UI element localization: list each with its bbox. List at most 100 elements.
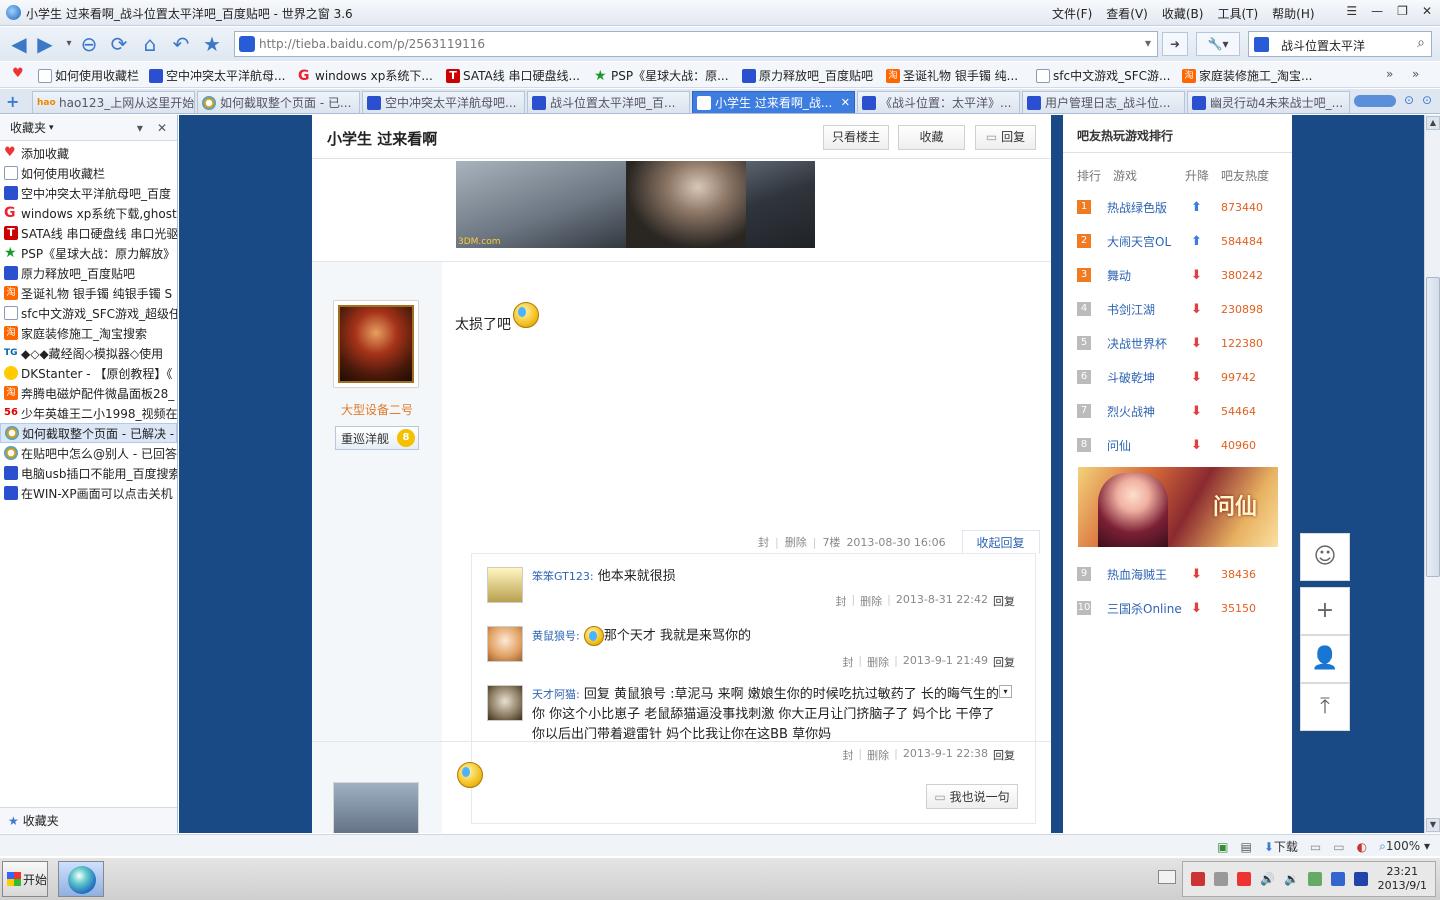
sidebar-item[interactable]: T SATA线 串口硬盘线 串口光驱	[0, 223, 177, 243]
menu-view[interactable]: 查看(V)	[1106, 5, 1148, 22]
sidebar-item[interactable]: 如何使用收藏栏	[0, 163, 177, 183]
tab-battlestations-game[interactable]: 《战斗位置：太平洋》...	[857, 91, 1020, 113]
ranking-row[interactable]: 7 烈火战神 ⬇ 54464	[1077, 400, 1287, 422]
tab-user-log[interactable]: 用户管理日志_战斗位...	[1022, 91, 1185, 113]
bookmark-item[interactable]: T SATA线 串口硬盘线...	[446, 67, 580, 84]
stop-icon[interactable]: ⊖	[78, 33, 100, 55]
menu-tools[interactable]: 工具(T)	[1217, 5, 1258, 22]
favorite-star-icon[interactable]: ★	[201, 33, 223, 55]
tab-ghost-recon[interactable]: 幽灵行动4未来战士吧_...	[1187, 91, 1350, 113]
author-name[interactable]: 大型设备二号	[312, 401, 442, 418]
avatar[interactable]	[333, 782, 419, 833]
reply-user[interactable]: 黄鼠狼号:	[532, 630, 580, 643]
ban-link[interactable]: 封	[842, 654, 853, 670]
close-tab-icon[interactable]: ✕	[841, 96, 850, 109]
game-link[interactable]: 大闹天宫OL	[1107, 233, 1191, 250]
sound-icon[interactable]: 🔉	[1284, 872, 1299, 886]
system-clock[interactable]: 23:21 2013/9/1	[1378, 865, 1427, 893]
network-icon[interactable]: ▣	[1217, 840, 1228, 854]
tab-air-conflict[interactable]: 空中冲突太平洋航母吧...	[362, 91, 525, 113]
go-button[interactable]: ➜	[1162, 32, 1188, 56]
taskbar-browser-button[interactable]	[58, 861, 104, 897]
ranking-row[interactable]: 10 三国杀Online ⬇ 35150	[1077, 597, 1287, 619]
start-button[interactable]: 开始	[2, 861, 48, 897]
maximize-icon[interactable]: ❐	[1397, 4, 1408, 18]
reply-button[interactable]: ▭ 回复	[975, 125, 1036, 150]
game-link[interactable]: 烈火战神	[1107, 403, 1191, 420]
tools-button[interactable]: 🔧▾	[1196, 32, 1240, 56]
scroll-up-icon[interactable]: ▲	[1426, 116, 1440, 130]
volume-icon[interactable]: 🔊	[1260, 872, 1275, 886]
close-icon[interactable]: ✕	[1422, 4, 1432, 18]
tab-battlestations[interactable]: 战斗位置太平洋吧_百...	[527, 91, 690, 113]
zoom-control[interactable]: ⌕100% ▾	[1379, 839, 1430, 854]
address-dropdown-icon[interactable]: ▾	[1145, 36, 1151, 50]
tab-screenshot-question[interactable]: 如何截取整个页面 - 已...	[197, 91, 360, 113]
more-bookmarks-icon[interactable]: »	[1386, 67, 1393, 81]
bookmark-heart[interactable]: ♥	[12, 67, 26, 81]
keyboard-icon[interactable]	[1158, 870, 1176, 884]
bookmark-item[interactable]: 原力释放吧_百度贴吧	[742, 67, 873, 84]
reply-avatar[interactable]	[487, 567, 523, 603]
address-bar[interactable]: http://tieba.baidu.com/p/2563119116 ▾	[234, 31, 1158, 57]
tray-ime-icon[interactable]	[1353, 872, 1368, 886]
sidebar-item[interactable]: 原力释放吧_百度贴吧	[0, 263, 177, 283]
ranking-row[interactable]: 2 大闹天宫OL ⬆ 584484	[1077, 230, 1287, 252]
sidebar-title[interactable]: 收藏夹	[10, 119, 46, 136]
sidebar-footer[interactable]: ★ 收藏夹	[0, 807, 177, 833]
reply-options-icon[interactable]: ▾	[999, 685, 1012, 698]
menu-help[interactable]: 帮助(H)	[1272, 5, 1314, 22]
tab-list-icon[interactable]: ⊙	[1404, 93, 1414, 107]
reply-user[interactable]: 笨笨GT123:	[532, 570, 594, 583]
sidebar-item[interactable]: 淘奔腾电磁炉配件微晶面板28_	[0, 383, 177, 403]
user-button[interactable]: 👤	[1300, 635, 1350, 683]
tab-hao123[interactable]: hao hao123_上网从这里开始	[32, 91, 195, 113]
delete-link[interactable]: 删除	[785, 534, 807, 550]
back-to-top-button[interactable]: ⤒	[1300, 683, 1350, 731]
tray-nvidia-icon[interactable]	[1307, 872, 1322, 886]
chevron-down-icon[interactable]: ▾	[49, 123, 54, 133]
back-icon[interactable]: ◀	[8, 33, 30, 55]
bookmark-item[interactable]: 如何使用收藏栏	[38, 67, 139, 84]
add-button[interactable]: +	[1300, 587, 1350, 635]
delete-link[interactable]: 删除	[860, 593, 882, 609]
ban-link[interactable]: 封	[835, 593, 846, 609]
ranking-row[interactable]: 5 决战世界杯 ⬇ 122380	[1077, 332, 1287, 354]
popup-icon[interactable]: ▭	[1310, 840, 1321, 854]
sidebar-item[interactable]: 电脑usb插口不能用_百度搜索	[0, 463, 177, 483]
bookmark-item[interactable]: sfc中文游戏_SFC游...	[1036, 67, 1170, 84]
reply-avatar[interactable]	[487, 626, 523, 662]
search-input[interactable]: 战斗位置太平洋	[1281, 37, 1365, 54]
game-link[interactable]: 舞动	[1107, 267, 1191, 284]
game-link[interactable]: 热血海贼王	[1107, 566, 1191, 583]
reply-link[interactable]: 回复	[993, 654, 1015, 670]
delete-link[interactable]: 删除	[867, 654, 889, 670]
sidebar-item[interactable]: 在WIN-XP画面可以点击关机	[0, 483, 177, 503]
tray-app-icon[interactable]	[1214, 872, 1228, 886]
sidebar-item[interactable]: 淘家庭装修施工_淘宝搜索	[0, 323, 177, 343]
sidebar-item[interactable]: 在贴吧中怎么@别人 - 已回答	[0, 443, 177, 463]
ranking-row[interactable]: 4 书剑江湖 ⬇ 230898	[1077, 298, 1287, 320]
sidebar-item[interactable]: 56 少年英雄王二小1998_视频在	[0, 403, 177, 423]
bookmark-item[interactable]: 淘圣诞礼物 银手镯 纯...	[886, 67, 1018, 84]
search-box[interactable]: 战斗位置太平洋 ⌕	[1248, 31, 1432, 57]
ranking-row[interactable]: 9 热血海贼王 ⬇ 38436	[1077, 563, 1287, 585]
history-dropdown-icon[interactable]: ▾	[58, 33, 80, 55]
ranking-row[interactable]: 8 问仙 ⬇ 40960	[1077, 434, 1287, 456]
avatar[interactable]	[333, 300, 419, 388]
bookmark-item[interactable]: 空中冲突太平洋航母...	[149, 67, 285, 84]
ban-link[interactable]: 封	[758, 534, 769, 550]
sidebar-close-icon[interactable]: ✕	[157, 121, 167, 135]
scroll-down-icon[interactable]: ▼	[1426, 818, 1440, 832]
refresh-icon[interactable]: ⟳	[108, 33, 130, 55]
tab-scroll-icon[interactable]	[1354, 95, 1396, 107]
bookmark-item[interactable]: Gwindows xp系统下...	[298, 67, 433, 84]
tray-antivirus-icon[interactable]	[1237, 872, 1251, 886]
sidebar-item-add[interactable]: ♥ 添加收藏	[0, 143, 177, 163]
tray-security-icon[interactable]	[1330, 872, 1345, 886]
search-engine-icon[interactable]	[1254, 37, 1269, 52]
only-op-button[interactable]: 只看楼主	[823, 125, 889, 150]
minimize-icon[interactable]: —	[1371, 4, 1383, 18]
game-banner[interactable]: 问仙	[1078, 467, 1278, 547]
reply-avatar[interactable]	[487, 685, 523, 721]
